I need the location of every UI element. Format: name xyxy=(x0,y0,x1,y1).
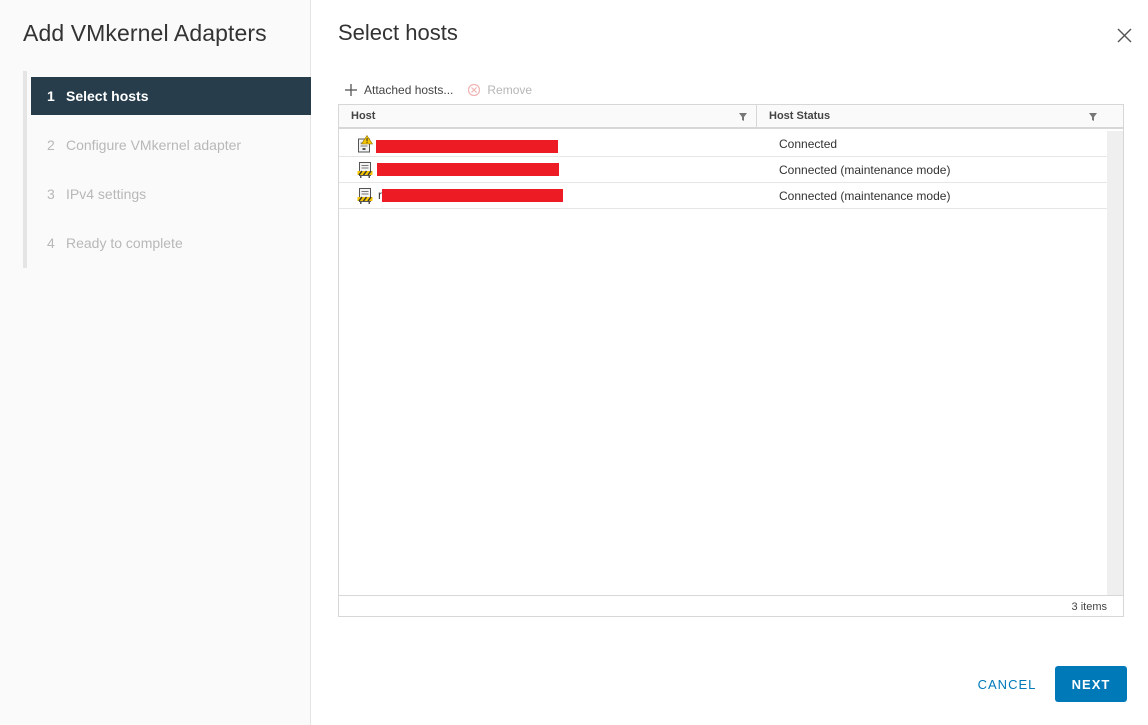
wizard-nav: Add VMkernel Adapters 1 Select hosts 2 C… xyxy=(0,0,311,725)
step-label: Select hosts xyxy=(66,88,149,104)
step-ipv4-settings[interactable]: 3 IPv4 settings xyxy=(31,175,311,213)
filter-icon[interactable] xyxy=(738,112,748,122)
remove-icon xyxy=(468,83,481,97)
step-configure-vmkernel-adapter[interactable]: 2 Configure VMkernel adapter xyxy=(31,126,311,164)
step-number: 1 xyxy=(47,88,55,104)
step-label: Configure VMkernel adapter xyxy=(66,137,242,153)
close-button[interactable] xyxy=(1114,25,1134,45)
host-status-cell: Connected (maintenance mode) xyxy=(779,188,951,203)
step-number: 4 xyxy=(47,235,55,251)
wizard-steps: 1 Select hosts 2 Configure VMkernel adap… xyxy=(23,71,311,268)
host-cell[interactable]: r xyxy=(357,183,382,208)
table-row[interactable]: r Connected (maintenance mode) xyxy=(339,183,1107,209)
host-cell[interactable] xyxy=(357,131,373,156)
close-icon xyxy=(1117,28,1132,43)
host-status-cell: Connected xyxy=(779,136,838,151)
step-select-hosts[interactable]: 1 Select hosts xyxy=(31,77,311,115)
step-label: Ready to complete xyxy=(66,235,183,251)
wizard-title: Add VMkernel Adapters xyxy=(23,20,267,46)
grid-header: Host Host Status xyxy=(339,105,1123,129)
table-row[interactable]: Connected (maintenance mode) xyxy=(339,157,1107,183)
cancel-button[interactable]: CANCEL xyxy=(966,666,1048,702)
column-header-label: Host xyxy=(351,110,376,122)
redacted-host-name xyxy=(377,163,559,176)
attached-hosts-button[interactable]: Attached hosts... xyxy=(344,83,453,97)
item-count: 3 items xyxy=(1071,600,1107,613)
remove-label: Remove xyxy=(487,83,533,97)
grid-footer: 3 items xyxy=(339,595,1123,617)
host-maintenance-icon xyxy=(357,187,373,204)
step-number: 3 xyxy=(47,186,55,202)
column-header-label: Host Status xyxy=(769,110,831,122)
table-row[interactable]: Connected xyxy=(339,131,1107,157)
hosts-grid: Host Host Status Connected Connected (ma… xyxy=(338,104,1124,617)
grid-toolbar: Attached hosts... Remove xyxy=(344,80,546,100)
host-status-cell: Connected (maintenance mode) xyxy=(779,162,951,177)
step-label: IPv4 settings xyxy=(66,186,147,202)
host-warning-icon xyxy=(358,134,373,152)
grid-body: Connected Connected (maintenance mode) r… xyxy=(339,131,1123,595)
vertical-scrollbar[interactable] xyxy=(1107,131,1123,595)
page-title: Select hosts xyxy=(338,20,458,45)
remove-button[interactable]: Remove xyxy=(467,83,532,97)
plus-icon xyxy=(345,84,357,96)
next-button[interactable]: NEXT xyxy=(1055,666,1127,702)
step-ready-to-complete[interactable]: 4 Ready to complete xyxy=(31,224,311,262)
step-number: 2 xyxy=(47,137,55,153)
column-header-host[interactable]: Host xyxy=(339,105,757,127)
host-maintenance-icon xyxy=(357,161,373,178)
redacted-host-name xyxy=(376,140,558,153)
host-cell[interactable] xyxy=(357,157,373,182)
filter-icon[interactable] xyxy=(1088,112,1098,122)
attached-hosts-label: Attached hosts... xyxy=(364,83,454,97)
redacted-host-name xyxy=(382,189,563,202)
column-header-host-status[interactable]: Host Status xyxy=(757,105,1123,127)
